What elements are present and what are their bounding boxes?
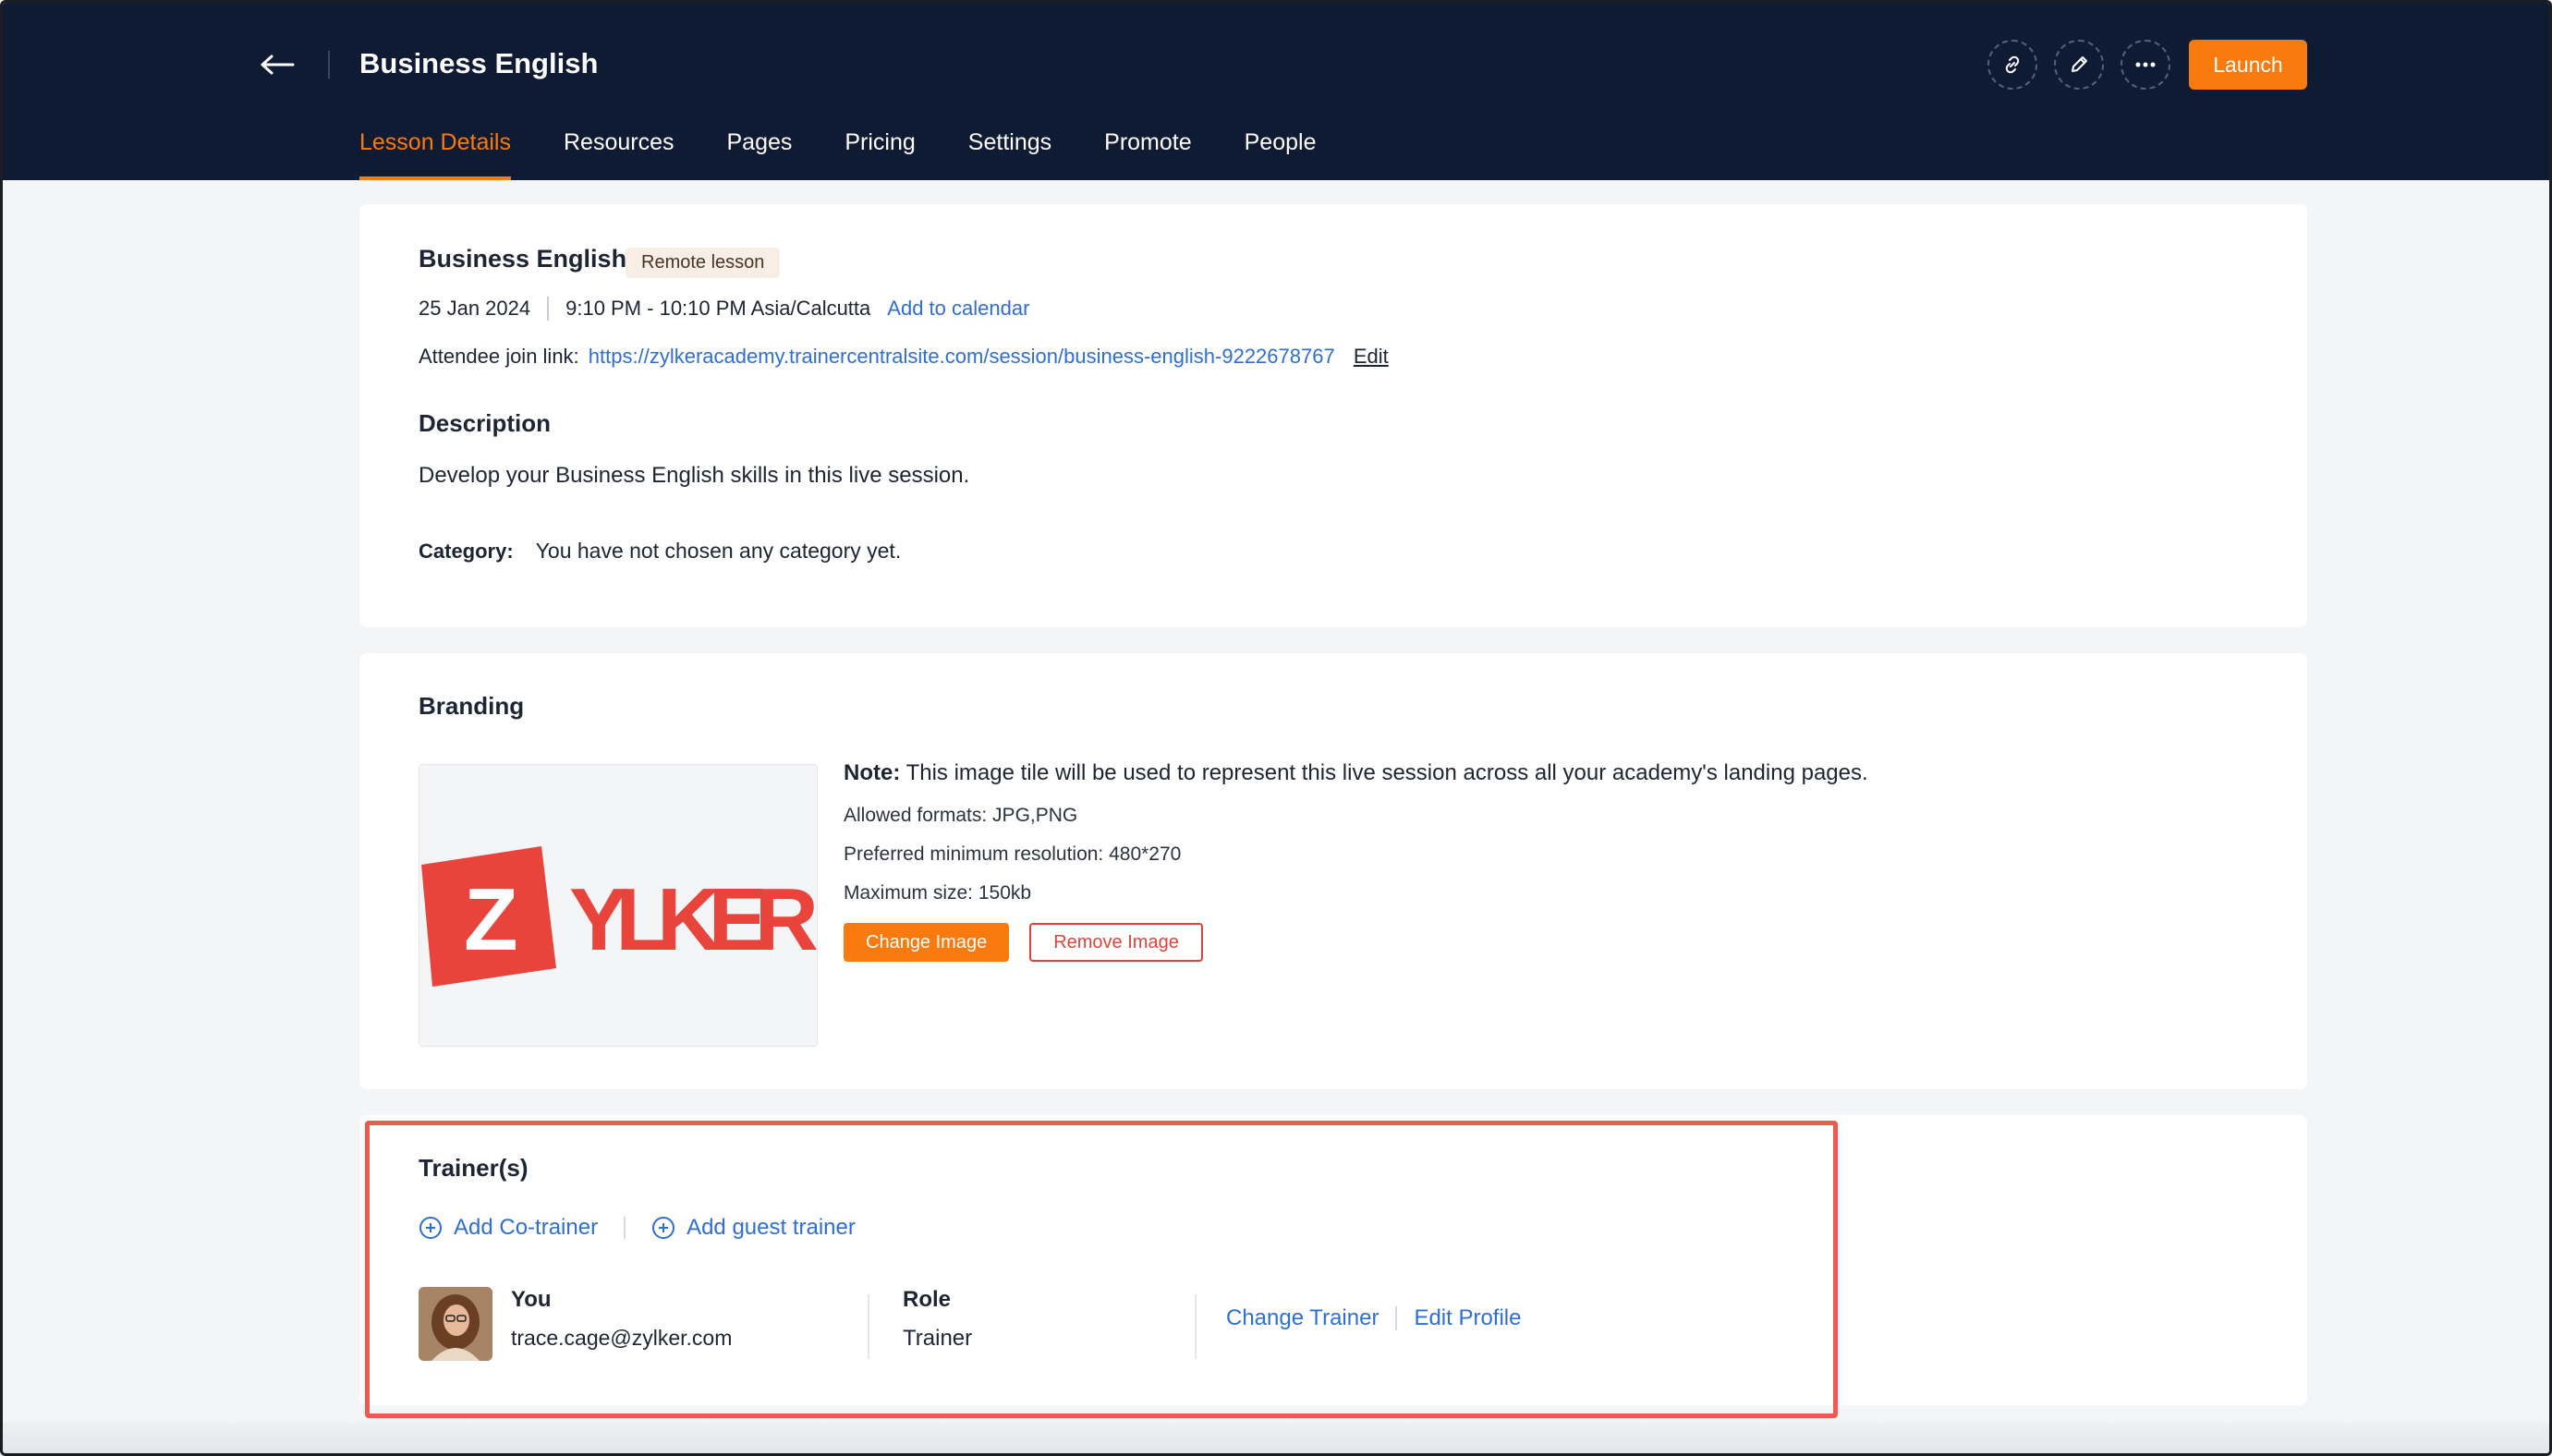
tab-lesson-details[interactable]: Lesson Details — [359, 123, 511, 180]
link-icon[interactable] — [1987, 40, 2037, 90]
add-trainer-row: Add Co-trainer Add guest trainer — [419, 1215, 856, 1241]
tab-promote[interactable]: Promote — [1104, 123, 1191, 180]
header-divider — [328, 51, 330, 79]
tab-people[interactable]: People — [1245, 123, 1317, 180]
branding-card: Branding Z YLKER Note: This image tile w… — [359, 653, 2307, 1089]
role-value: Trainer — [903, 1326, 973, 1351]
lesson-time: 9:10 PM - 10:10 PM Asia/Calcutta — [565, 297, 871, 320]
trainers-card: Trainer(s) Add Co-trainer Add guest trai… — [359, 1115, 2307, 1405]
allowed-formats: Allowed formats: JPG,PNG — [844, 805, 1078, 826]
avatar — [419, 1287, 492, 1361]
trainer-name: You — [511, 1287, 552, 1312]
action-divider — [1395, 1306, 1398, 1330]
launch-button[interactable]: Launch — [2189, 40, 2307, 90]
trainer-email: trace.cage@zylker.com — [511, 1326, 733, 1350]
app-window: Business English Launch Lesson Details R… — [0, 0, 2552, 1456]
back-arrow-icon[interactable] — [258, 45, 297, 84]
join-link-row: Attendee join link: https://zylkeracadem… — [419, 345, 1389, 369]
trainer-row: You trace.cage@zylker.com Role Trainer C… — [419, 1287, 1527, 1366]
zylker-logo: Z YLKER — [421, 846, 818, 987]
add-to-calendar-link[interactable]: Add to calendar — [887, 297, 1029, 321]
max-size: Maximum size: 150kb — [844, 882, 1032, 904]
category-value: You have not chosen any category yet. — [535, 539, 902, 563]
category-row: Category: You have not chosen any catego… — [419, 539, 901, 564]
remove-image-button[interactable]: Remove Image — [1029, 923, 1203, 962]
date-divider — [547, 297, 550, 321]
pencil-icon[interactable] — [2054, 40, 2104, 90]
tab-pricing[interactable]: Pricing — [845, 123, 915, 180]
tab-bar: Lesson Details Resources Pages Pricing S… — [359, 123, 1368, 180]
edit-join-link[interactable]: Edit — [1354, 345, 1389, 368]
image-buttons: Change Image Remove Image — [844, 923, 1868, 962]
min-resolution: Preferred minimum resolution: 480*270 — [844, 843, 1182, 865]
join-link-url[interactable]: https://zylkeracademy.trainercentralsite… — [589, 345, 1335, 368]
add-divider — [624, 1217, 626, 1239]
trainer-actions: Change Trainer Edit Profile — [1226, 1305, 1522, 1331]
change-image-button[interactable]: Change Image — [844, 923, 1010, 962]
plus-circle-icon — [652, 1217, 675, 1239]
lesson-details-card: Business English Remote lesson 25 Jan 20… — [359, 204, 2307, 627]
schedule-row: 25 Jan 2024 9:10 PM - 10:10 PM Asia/Calc… — [419, 297, 1029, 321]
bottom-edge — [3, 1422, 2549, 1453]
column-divider — [1195, 1294, 1197, 1359]
change-trainer-link[interactable]: Change Trainer — [1226, 1305, 1379, 1331]
description-text: Develop your Business English skills in … — [419, 463, 970, 488]
add-guest-trainer-link[interactable]: Add guest trainer — [651, 1215, 856, 1241]
more-icon[interactable] — [2121, 40, 2170, 90]
plus-circle-icon — [419, 1217, 442, 1239]
note-label: Note: — [844, 760, 901, 785]
role-heading: Role — [903, 1287, 952, 1312]
lesson-date: 25 Jan 2024 — [419, 297, 531, 320]
branding-heading: Branding — [419, 692, 525, 720]
branding-note: Note: This image tile will be used to re… — [844, 760, 1868, 786]
logo-letter: Z — [464, 870, 518, 969]
tab-pages[interactable]: Pages — [726, 123, 792, 180]
branding-info: Note: This image tile will be used to re… — [844, 760, 1868, 962]
top-header: Business English Launch Lesson Details R… — [3, 3, 2549, 180]
branding-image: Z YLKER — [419, 764, 818, 1047]
add-cotrainer-link[interactable]: Add Co-trainer — [419, 1215, 598, 1241]
lesson-title: Business English — [419, 245, 627, 273]
add-guest-label: Add guest trainer — [687, 1215, 856, 1240]
note-text: This image tile will be used to represen… — [905, 760, 1868, 785]
edit-profile-link[interactable]: Edit Profile — [1414, 1305, 1521, 1331]
add-cotrainer-label: Add Co-trainer — [454, 1215, 599, 1240]
trainers-heading: Trainer(s) — [419, 1154, 529, 1182]
page-title: Business English — [359, 47, 599, 79]
description-heading: Description — [419, 409, 552, 437]
column-divider — [868, 1294, 869, 1359]
lesson-type-badge: Remote lesson — [626, 248, 781, 278]
tab-settings[interactable]: Settings — [968, 123, 1051, 180]
category-label: Category: — [419, 540, 514, 563]
tab-resources[interactable]: Resources — [564, 123, 674, 180]
join-link-label: Attendee join link: — [419, 345, 579, 368]
logo-text: YLKER — [569, 870, 818, 969]
